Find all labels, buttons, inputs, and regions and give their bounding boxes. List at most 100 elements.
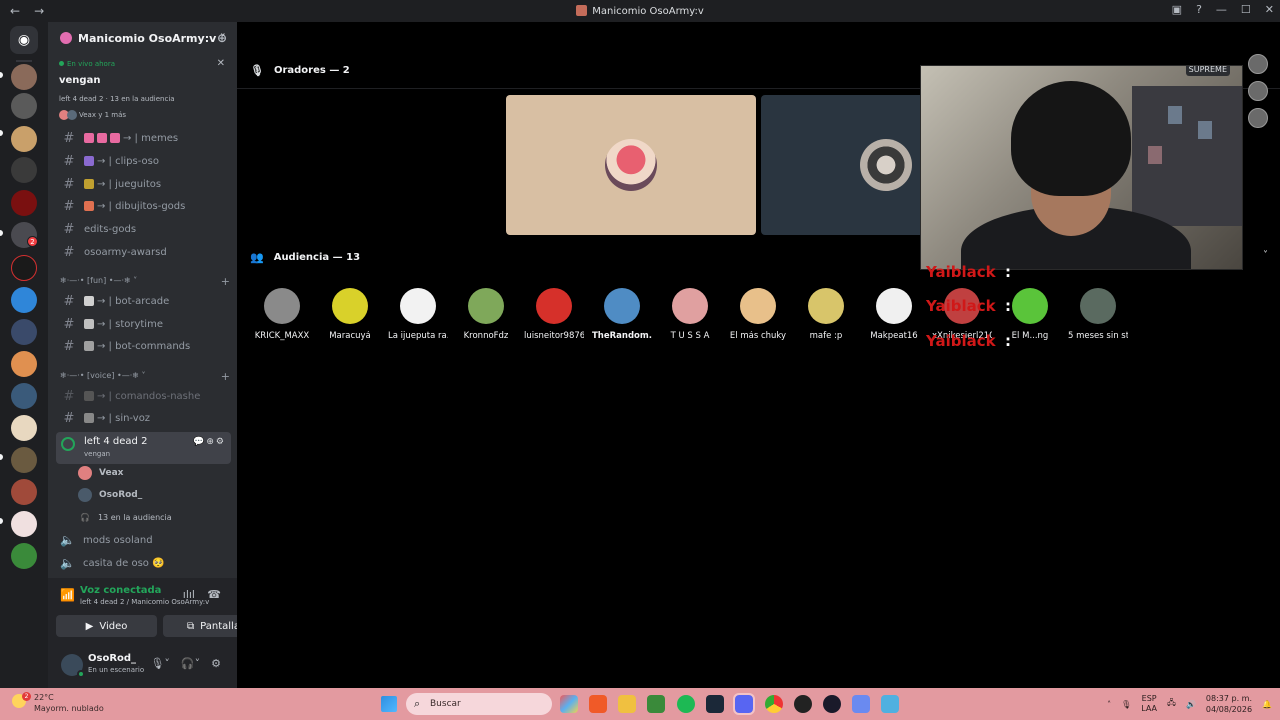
server-14[interactable] bbox=[11, 479, 37, 505]
server-1[interactable] bbox=[11, 64, 37, 90]
app-icon[interactable] bbox=[823, 695, 841, 713]
voice-channel-mods-osoland[interactable]: 🔈 mods osoland bbox=[56, 530, 231, 550]
palette-icon bbox=[84, 201, 94, 211]
channel-jueguitos[interactable]: # → | jueguitos bbox=[56, 174, 231, 194]
close-icon[interactable]: ✕ bbox=[1265, 3, 1274, 16]
microphone-icon[interactable]: 🎙˅ bbox=[150, 657, 169, 670]
server-7[interactable] bbox=[11, 255, 37, 281]
channel-bot-arcade[interactable]: # → | bot-arcade bbox=[56, 291, 231, 311]
video-button[interactable]: ▶ Video bbox=[56, 615, 157, 637]
channel-osoarmy-awarsd[interactable]: # osoarmy-awarsd bbox=[56, 242, 231, 262]
headphones-icon[interactable]: 🎧˅ bbox=[181, 657, 200, 670]
voice-user-name: Veax bbox=[99, 468, 124, 478]
forward-arrow-icon[interactable]: → bbox=[34, 4, 44, 18]
channel-clips-oso[interactable]: # → | clips-oso bbox=[56, 151, 231, 171]
audience-member[interactable]: El más chuky bbox=[728, 288, 788, 341]
category-fun[interactable]: ❄·—·• [fun] •—·❄ ˅ + bbox=[60, 275, 230, 290]
stage-channel-left-4-dead-2[interactable]: left 4 dead 2 vengan 💬⊕⚙ bbox=[56, 432, 231, 464]
channel-label: → | bot-arcade bbox=[97, 295, 170, 307]
avatar[interactable] bbox=[1248, 108, 1268, 128]
file-explorer-icon[interactable] bbox=[618, 695, 636, 713]
clock[interactable]: 08:37 p. m. 04/08/2026 bbox=[1206, 693, 1252, 715]
channel-comandos-nashe[interactable]: # → | comandos-nashe bbox=[56, 386, 231, 406]
stage-channel-actions[interactable]: 💬⊕⚙ bbox=[193, 437, 226, 447]
chevron-down-icon[interactable]: ˅ bbox=[1263, 250, 1268, 261]
taskbar-search[interactable]: ⌕ Buscar bbox=[406, 693, 552, 715]
speaker-icon: 🔈 bbox=[60, 533, 75, 547]
microphone-icon[interactable]: 🎙 bbox=[1121, 700, 1131, 709]
server-2[interactable] bbox=[11, 93, 37, 119]
inbox-icon[interactable]: ▣ bbox=[1172, 3, 1182, 16]
notification-bell-icon[interactable]: 🔔 bbox=[1262, 700, 1272, 709]
notepad-icon[interactable] bbox=[881, 695, 899, 713]
volume-icon[interactable]: 🔊 bbox=[1186, 700, 1196, 709]
audience-member[interactable]: Makpeat16 bbox=[864, 288, 924, 341]
noise-suppression-icon[interactable]: ılıl bbox=[183, 588, 195, 601]
avatar[interactable] bbox=[1248, 54, 1268, 74]
audience-member[interactable]: Maracuyá bbox=[320, 288, 380, 341]
language-indicator[interactable]: ESP LAA bbox=[1141, 694, 1157, 714]
steam-icon[interactable] bbox=[706, 695, 724, 713]
live-now-card[interactable]: En vivo ahora ✕ vengan left 4 dead 2 · 1… bbox=[48, 56, 237, 126]
minimize-icon[interactable]: — bbox=[1216, 3, 1227, 16]
cam-poster bbox=[1168, 106, 1182, 124]
audience-member[interactable]: KRICK_MAXX bbox=[252, 288, 312, 341]
voice-connected-label[interactable]: Voz conectada bbox=[80, 585, 161, 596]
server-9[interactable] bbox=[11, 319, 37, 345]
spotify-icon[interactable] bbox=[677, 695, 695, 713]
windows-start-icon[interactable] bbox=[381, 696, 397, 712]
server-3[interactable] bbox=[11, 126, 37, 152]
audience-member[interactable]: T U S S A bbox=[660, 288, 720, 341]
disconnect-icon[interactable]: ☎ bbox=[207, 588, 221, 601]
server-16[interactable] bbox=[11, 543, 37, 569]
voice-user-veax[interactable]: Veax bbox=[78, 464, 123, 482]
server-13[interactable] bbox=[11, 447, 37, 473]
username[interactable]: OsoRod_ bbox=[88, 653, 136, 664]
app-icon[interactable] bbox=[852, 695, 870, 713]
channel-sin-voz[interactable]: # → | sin-voz bbox=[56, 408, 231, 428]
speaker-tile-1[interactable] bbox=[506, 95, 756, 235]
server-8[interactable] bbox=[11, 287, 37, 313]
channel-memes[interactable]: # → | memes bbox=[56, 128, 231, 148]
close-icon[interactable]: ✕ bbox=[217, 58, 225, 69]
network-icon[interactable]: 🖧 bbox=[1167, 697, 1176, 711]
gear-icon[interactable]: ⚙ bbox=[211, 657, 221, 670]
channel-storytime[interactable]: # → | storytime bbox=[56, 314, 231, 334]
maximize-icon[interactable]: ☐ bbox=[1241, 3, 1251, 16]
server-11[interactable] bbox=[11, 383, 37, 409]
server-15[interactable] bbox=[11, 511, 37, 537]
channel-bot-commands[interactable]: # → | bot-commands bbox=[56, 336, 231, 356]
invite-people-icon[interactable]: ⊕ bbox=[217, 31, 227, 45]
audience-member[interactable]: 5 meses sin st... bbox=[1068, 288, 1128, 341]
chrome-icon[interactable] bbox=[765, 695, 783, 713]
audience-member[interactable]: La ijueputa ra... bbox=[388, 288, 448, 341]
discord-icon[interactable] bbox=[733, 693, 755, 715]
audience-member[interactable]: KronnoFdz bbox=[456, 288, 516, 341]
help-icon[interactable]: ? bbox=[1196, 3, 1202, 16]
channel-edits-gods[interactable]: # edits-gods bbox=[56, 219, 231, 239]
guild-header[interactable]: Manicomio OsoArmy:v ˅ ⊕ bbox=[48, 22, 237, 54]
server-10[interactable] bbox=[11, 351, 37, 377]
server-4[interactable] bbox=[11, 157, 37, 183]
brave-browser-icon[interactable] bbox=[589, 695, 607, 713]
server-5[interactable] bbox=[11, 190, 37, 216]
avatar[interactable] bbox=[1248, 81, 1268, 101]
obs-icon[interactable] bbox=[794, 695, 812, 713]
server-12[interactable] bbox=[11, 415, 37, 441]
add-channel-icon[interactable]: + bbox=[221, 275, 230, 288]
voice-channel-casita-de-oso[interactable]: 🔈 casita de oso 🥺 bbox=[56, 553, 231, 573]
audience-count[interactable]: 🎧 13 en la audiencia bbox=[78, 508, 172, 526]
channel-dibujitos-gods[interactable]: # → | dibujitos-gods bbox=[56, 196, 231, 216]
minecraft-icon[interactable] bbox=[647, 695, 665, 713]
audience-member[interactable]: luisneitor9876 bbox=[524, 288, 584, 341]
category-voice[interactable]: ❄·—·• [voice] •—·❄ ˅ + bbox=[60, 370, 230, 385]
chevron-up-icon[interactable]: ˄ bbox=[1107, 700, 1111, 709]
audience-member[interactable]: mafe :p bbox=[796, 288, 856, 341]
back-arrow-icon[interactable]: ← bbox=[10, 4, 20, 18]
discord-home-icon[interactable]: ◉ bbox=[10, 26, 38, 54]
screen-share-button[interactable]: ⧉ Pantalla bbox=[163, 615, 237, 637]
audience-member[interactable]: TheRandom... bbox=[592, 288, 652, 341]
voice-user-osorod[interactable]: OsoRod_ bbox=[78, 486, 142, 504]
add-channel-icon[interactable]: + bbox=[221, 370, 230, 383]
copilot-icon[interactable] bbox=[560, 695, 578, 713]
